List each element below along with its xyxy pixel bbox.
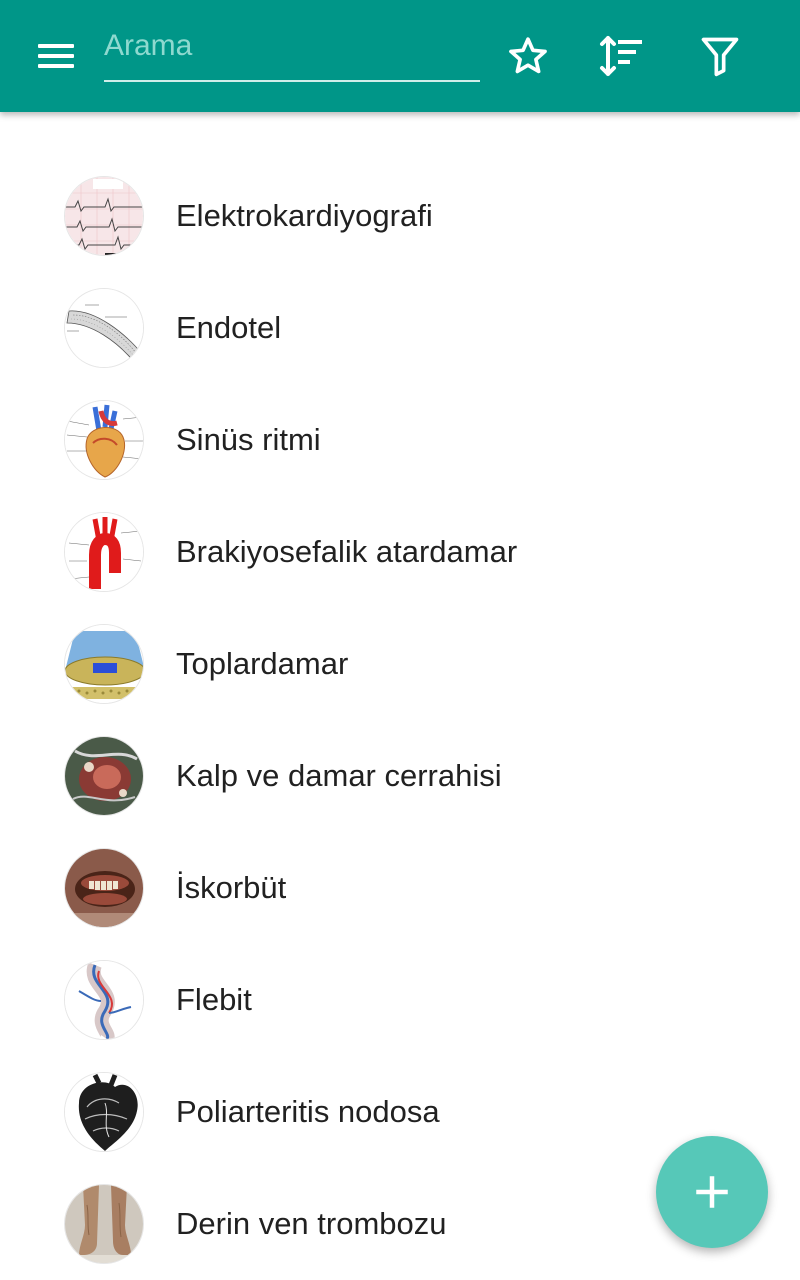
sort-icon <box>600 36 642 76</box>
menu-button[interactable] <box>22 30 90 82</box>
list-item[interactable]: Elektrokardiyografi <box>0 160 800 272</box>
favorites-button[interactable] <box>500 28 556 84</box>
filter-icon <box>701 37 739 77</box>
star-icon <box>509 37 547 74</box>
list-item-label: Flebit <box>176 982 252 1017</box>
list-item-label: İskorbüt <box>176 870 287 905</box>
search-underline <box>104 80 480 82</box>
list-item[interactable]: Toplardamar <box>0 608 800 720</box>
vein-thumbnail <box>64 624 144 704</box>
list-item-label: Brakiyosefalik atardamar <box>176 534 518 569</box>
scurvy-photo-thumbnail <box>64 848 144 928</box>
menu-icon <box>38 44 74 48</box>
list-item[interactable]: İskorbüt <box>0 832 800 944</box>
heart-engraving-thumbnail <box>64 1072 144 1152</box>
heart-diagram-thumbnail <box>64 400 144 480</box>
legs-photo-thumbnail <box>64 1184 144 1264</box>
list-item[interactable]: Brakiyosefalik atardamar <box>0 496 800 608</box>
phlebitis-thumbnail <box>64 960 144 1040</box>
ecg-thumbnail <box>64 176 144 256</box>
list-item[interactable]: Endotel <box>0 272 800 384</box>
search-field <box>104 26 480 82</box>
add-button[interactable] <box>656 1136 768 1248</box>
list-item[interactable]: Sinüs ritmi <box>0 384 800 496</box>
surgery-photo-thumbnail <box>64 736 144 816</box>
list-item[interactable]: Kalp ve damar cerrahisi <box>0 720 800 832</box>
search-input[interactable] <box>104 26 480 80</box>
sort-button[interactable] <box>594 28 650 84</box>
endothelium-thumbnail <box>64 288 144 368</box>
list-item-label: Elektrokardiyografi <box>176 198 433 233</box>
list-item-label: Endotel <box>176 310 282 345</box>
app-bar <box>0 0 800 112</box>
plus-icon <box>696 1176 728 1208</box>
list-item-label: Sinüs ritmi <box>176 422 321 457</box>
list-item[interactable]: Flebit <box>0 944 800 1056</box>
aorta-thumbnail <box>64 512 144 592</box>
list-item-label: Derin ven trombozu <box>176 1206 447 1241</box>
filter-button[interactable] <box>692 28 748 84</box>
list-item-label: Kalp ve damar cerrahisi <box>176 758 502 793</box>
list-item-label: Toplardamar <box>176 646 349 681</box>
list-item-label: Poliarteritis nodosa <box>176 1094 440 1129</box>
